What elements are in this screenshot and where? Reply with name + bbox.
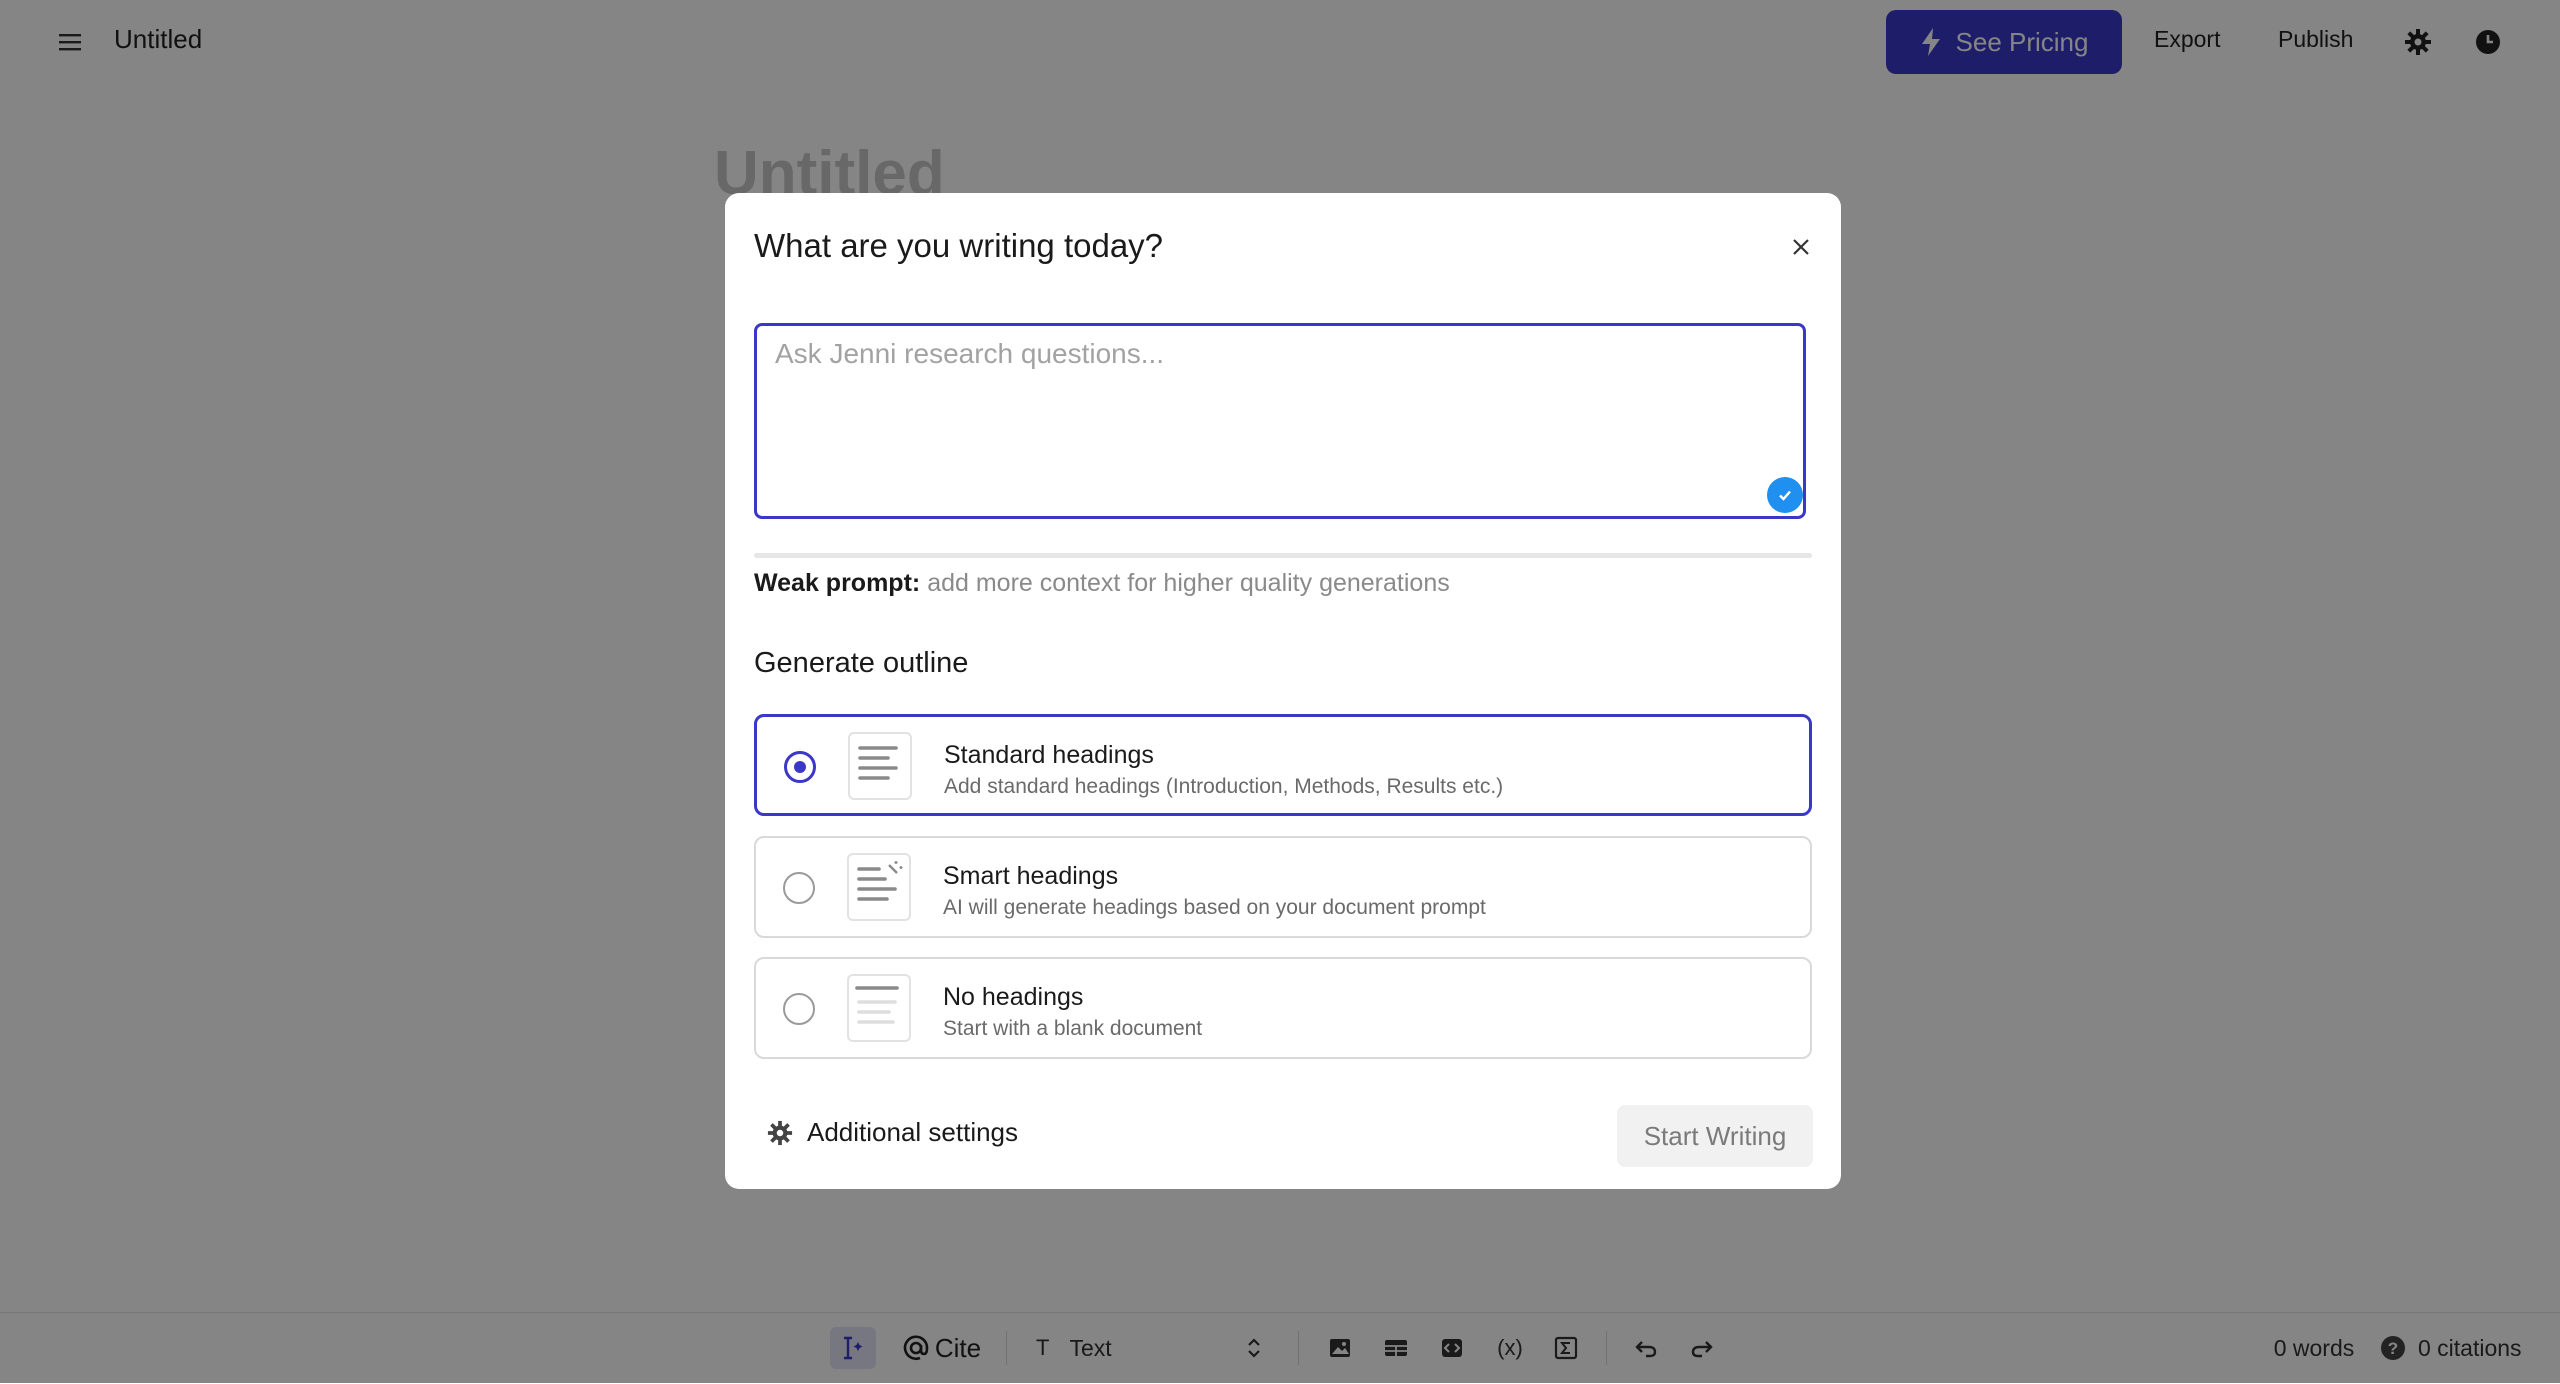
option-standard-headings[interactable]: Standard headings Add standard headings … [754, 714, 1812, 816]
radio-button[interactable] [783, 872, 815, 904]
smart-headings-icon [847, 853, 911, 921]
prompt-strength-hint: add more context for higher quality gene… [927, 569, 1450, 597]
option-title: No headings [943, 983, 1084, 1011]
prompt-strength-label: Weak prompt: [754, 569, 921, 597]
radio-button[interactable] [784, 751, 816, 783]
gear-icon [767, 1120, 793, 1145]
option-description: Add standard headings (Introduction, Met… [944, 775, 1504, 798]
prompt-field [754, 323, 1806, 519]
additional-settings-label: Additional settings [807, 1117, 1019, 1147]
prompt-input[interactable] [775, 338, 1755, 498]
new-document-dialog: What are you writing today? Weak prompt:… [725, 193, 1841, 1189]
outline-section-title: Generate outline [754, 647, 969, 679]
prompt-strength-message: Weak prompt: add more context for higher… [754, 569, 1450, 598]
option-smart-headings[interactable]: Smart headings AI will generate headings… [754, 836, 1812, 938]
option-no-headings[interactable]: No headings Start with a blank document [754, 957, 1812, 1059]
radio-button[interactable] [783, 993, 815, 1025]
no-headings-icon [847, 974, 911, 1042]
close-icon[interactable] [1783, 229, 1819, 265]
option-description: Start with a blank document [943, 1017, 1203, 1040]
dialog-title: What are you writing today? [754, 227, 1164, 264]
option-title: Smart headings [943, 862, 1119, 890]
standard-headings-icon [848, 732, 912, 800]
start-writing-button[interactable]: Start Writing [1617, 1105, 1813, 1167]
option-title: Standard headings [944, 741, 1154, 769]
app-root: Untitled See Pricing Export Publish Unti… [0, 0, 2560, 1384]
check-icon [1767, 477, 1803, 513]
prompt-strength-bar [754, 553, 1812, 558]
option-description: AI will generate headings based on your … [943, 896, 1486, 919]
additional-settings-button[interactable]: Additional settings [767, 1117, 1018, 1148]
